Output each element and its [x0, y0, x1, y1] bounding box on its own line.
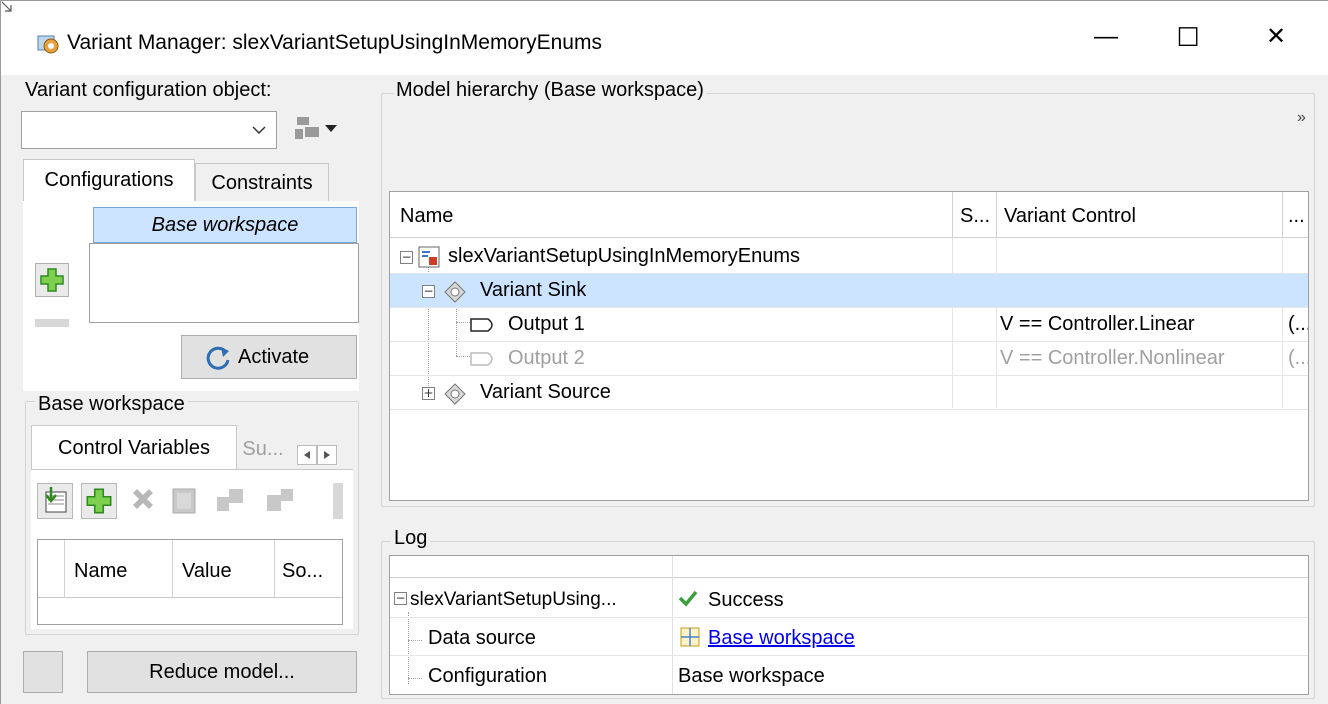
- log-row-value: Success: [708, 589, 784, 611]
- config-object-select[interactable]: [21, 111, 277, 149]
- triangle-right-icon: [324, 451, 330, 459]
- base-workspace-link[interactable]: Base workspace: [708, 627, 855, 650]
- expand-icon[interactable]: +: [422, 387, 435, 400]
- minimize-button[interactable]: —: [1071, 17, 1141, 67]
- hierarchy-header: Name S... Variant Control ...: [390, 192, 1308, 238]
- control-variables-table: Name Value So...: [37, 539, 343, 625]
- hierarchy-tree-table: Name S... Variant Control ... − slexVari…: [389, 191, 1309, 501]
- outport-icon: [470, 352, 493, 366]
- copy-variable-button[interactable]: [167, 483, 203, 519]
- config-object-actions-icon[interactable]: [293, 113, 323, 143]
- column-header-value[interactable]: Value: [182, 560, 232, 583]
- base-workspace-group-label: Base workspace: [35, 393, 188, 416]
- close-button[interactable]: ✕: [1241, 17, 1311, 67]
- expand-panel-button[interactable]: »: [1297, 109, 1306, 127]
- collapse-icon[interactable]: −: [400, 251, 413, 264]
- tab-su[interactable]: Su...: [237, 429, 289, 469]
- tree-row-label: Output 1: [508, 313, 585, 335]
- reduce-model-button[interactable]: Reduce model...: [87, 651, 357, 693]
- tab-scroll-right-button[interactable]: [317, 445, 337, 465]
- activate-button[interactable]: Activate: [181, 335, 357, 379]
- tree-row-label: slexVariantSetupUsingInMemoryEnums: [448, 245, 801, 267]
- grid-icon: [267, 489, 293, 511]
- collapse-icon[interactable]: −: [394, 592, 407, 605]
- tree-row-variant-sink[interactable]: − Variant Sink: [390, 274, 1308, 308]
- add-icon: [86, 488, 112, 514]
- log-row[interactable]: Configuration Base workspace: [390, 656, 1308, 694]
- collapse-icon[interactable]: −: [422, 285, 435, 298]
- tab-scroll-left-button[interactable]: [297, 445, 317, 465]
- import-variables-button[interactable]: [37, 483, 73, 519]
- variant-block-icon: [444, 383, 466, 405]
- variant-control-value[interactable]: V == Controller.Nonlinear: [1000, 342, 1280, 375]
- log-table: − slexVariantSetupUsing... Success Data …: [389, 555, 1309, 695]
- column-header-source[interactable]: So...: [282, 560, 323, 583]
- tree-row-label: Variant Sink: [480, 279, 587, 301]
- activate-label: Activate: [238, 346, 310, 368]
- config-list-box[interactable]: [89, 243, 359, 323]
- config-list-item-base-workspace[interactable]: Base workspace: [93, 207, 357, 243]
- outport-icon: [470, 318, 493, 332]
- activate-icon: [206, 346, 230, 370]
- caret-down-icon[interactable]: [325, 125, 337, 133]
- tree-row-label: Variant Source: [480, 381, 611, 403]
- log-row[interactable]: − slexVariantSetupUsing... Success: [390, 580, 1308, 618]
- checkmark-icon: [678, 590, 698, 607]
- tree-row-output-2[interactable]: Output 2 V == Controller.Nonlinear (...: [390, 342, 1308, 376]
- column-header-name[interactable]: Name: [400, 205, 453, 228]
- maximize-button[interactable]: ☐: [1153, 17, 1223, 67]
- toolbar-overflow[interactable]: [333, 483, 343, 519]
- tree-row-output-1[interactable]: Output 1 V == Controller.Linear (...: [390, 308, 1308, 342]
- window-title: Variant Manager: slexVariantSetupUsingIn…: [67, 31, 602, 54]
- tab-constraints[interactable]: Constraints: [195, 163, 329, 201]
- add-icon: [40, 268, 64, 292]
- tab-control-variables[interactable]: Control Variables: [31, 425, 237, 469]
- tree-row-label: Output 2: [508, 347, 585, 369]
- tab-configurations[interactable]: Configurations: [23, 159, 195, 201]
- variant-manager-window: Variant Manager: slexVariantSetupUsingIn…: [0, 0, 1328, 704]
- log-row-name: slexVariantSetupUsing...: [410, 589, 617, 610]
- log-row-name: Configuration: [428, 665, 547, 687]
- grid-export-icon: [217, 489, 243, 511]
- copy-icon: [172, 488, 196, 514]
- delete-icon: [133, 489, 153, 509]
- model-hierarchy-label: Model hierarchy (Base workspace): [393, 79, 707, 102]
- column-header-variant-control[interactable]: Variant Control: [1004, 205, 1136, 228]
- log-label: Log: [391, 527, 431, 550]
- export-variable-button[interactable]: [213, 483, 249, 519]
- variant-manager-app-icon: [37, 35, 59, 54]
- log-header: [390, 556, 1308, 578]
- add-variable-button[interactable]: [81, 483, 117, 519]
- table-header: Name Value So...: [38, 540, 342, 598]
- workspace-grid-icon: [680, 627, 700, 647]
- column-header-s[interactable]: S...: [960, 205, 990, 228]
- log-row-name: Data source: [428, 627, 536, 649]
- column-header-more[interactable]: ...: [1288, 205, 1305, 228]
- small-button[interactable]: [23, 651, 63, 693]
- variant-control-value[interactable]: V == Controller.Linear: [1000, 308, 1280, 341]
- variant-block-icon: [444, 281, 466, 303]
- column-header-name[interactable]: Name: [74, 560, 127, 583]
- remove-config-button[interactable]: [35, 319, 69, 327]
- extra-value: (...: [1288, 347, 1308, 369]
- config-object-label: Variant configuration object:: [25, 79, 272, 101]
- extra-value: (...: [1288, 313, 1308, 335]
- resize-grip-icon: [1, 1, 12, 12]
- import-icon: [45, 487, 67, 513]
- triangle-left-icon: [304, 451, 310, 459]
- tree-row-variant-source[interactable]: + Variant Source: [390, 376, 1308, 410]
- tree-row-model[interactable]: − slexVariantSetupUsingInMemoryEnums: [390, 240, 1308, 274]
- log-row-value: Base workspace: [678, 665, 825, 687]
- chevron-down-icon: [252, 126, 266, 135]
- log-row[interactable]: Data source Base workspace: [390, 618, 1308, 656]
- variable-action-button[interactable]: [263, 483, 299, 519]
- model-icon: [418, 246, 440, 268]
- add-config-button[interactable]: [35, 263, 69, 297]
- delete-variable-button[interactable]: [125, 483, 161, 519]
